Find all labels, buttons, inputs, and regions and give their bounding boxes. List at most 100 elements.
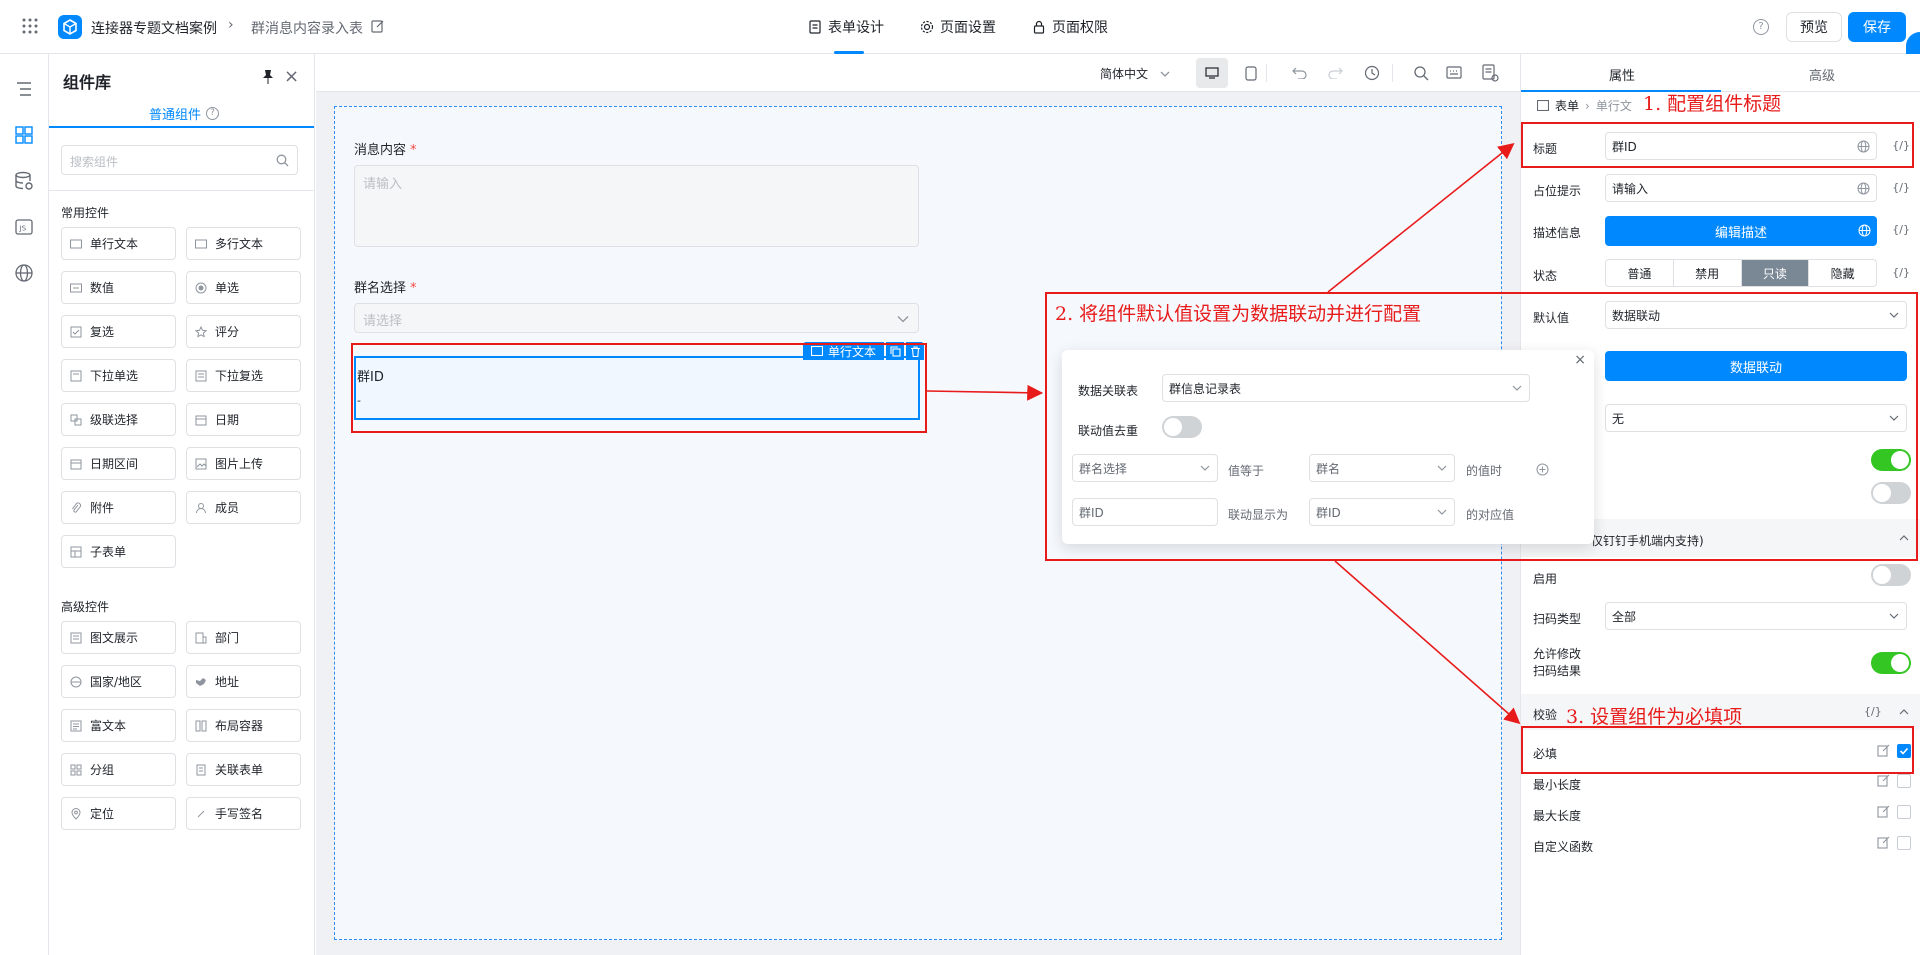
field-group-name-select[interactable]: 请选择 — [354, 303, 919, 333]
component-date-range[interactable]: 日期区间 — [61, 447, 176, 480]
min-length-checkbox[interactable] — [1897, 774, 1911, 788]
display-field-input[interactable]: 群ID — [1072, 498, 1218, 526]
delete-icon[interactable] — [906, 342, 925, 360]
redo-icon[interactable] — [1328, 66, 1343, 79]
component-group[interactable]: 分组 — [61, 753, 176, 786]
form-settings-icon[interactable] — [1482, 64, 1499, 82]
state-disabled[interactable]: 禁用 — [1674, 260, 1742, 286]
component-subform[interactable]: 子表单 — [61, 535, 176, 568]
component-rating[interactable]: 评分 — [186, 315, 301, 348]
fx-icon[interactable]: {/} — [1892, 139, 1910, 152]
component-rich-text[interactable]: 富文本 — [61, 709, 176, 742]
close-icon[interactable]: × — [284, 68, 299, 86]
help-icon[interactable]: ? — [206, 107, 220, 120]
breadcrumb-page[interactable]: 群消息内容录入表 — [251, 18, 363, 38]
tab-form-design[interactable]: 表单设计 — [808, 0, 884, 54]
field-message-input[interactable]: 请输入 — [354, 165, 919, 247]
save-button[interactable]: 保存 — [1848, 12, 1906, 42]
component-location[interactable]: 定位 — [61, 797, 176, 830]
search-icon[interactable] — [1413, 65, 1429, 81]
condition-field-select[interactable]: 群名选择 — [1072, 454, 1218, 482]
edit-icon[interactable] — [371, 19, 385, 33]
help-icon[interactable]: ? — [1753, 19, 1769, 35]
component-date[interactable]: 日期 — [186, 403, 301, 436]
component-member[interactable]: 成员 — [186, 491, 301, 524]
component-cascade[interactable]: 级联选择 — [61, 403, 176, 436]
title-input[interactable]: 群ID — [1605, 132, 1877, 160]
language-select[interactable]: 简体中文 — [1100, 65, 1170, 82]
js-code-icon[interactable]: JS — [13, 216, 35, 238]
component-signature[interactable]: 手写签名 — [186, 797, 301, 830]
tab-properties[interactable]: 属性 — [1609, 65, 1635, 84]
apps-grid-icon[interactable] — [22, 18, 38, 34]
fx-icon[interactable]: {/} — [1892, 266, 1910, 279]
globe-icon[interactable] — [1858, 224, 1871, 237]
component-address[interactable]: 地址 — [186, 665, 301, 698]
allow-edit-toggle[interactable] — [1871, 652, 1911, 674]
required-checkbox[interactable] — [1897, 744, 1911, 758]
component-image-upload[interactable]: 图片上传 — [186, 447, 301, 480]
fx-icon[interactable]: {/} — [1892, 223, 1910, 236]
globe-icon[interactable] — [1857, 182, 1870, 195]
close-icon[interactable]: × — [1574, 352, 1586, 368]
component-rich-display[interactable]: 图文展示 — [61, 621, 176, 654]
component-attachment[interactable]: 附件 — [61, 491, 176, 524]
tab-page-permissions[interactable]: 页面权限 — [1032, 0, 1108, 54]
toggle-option-1[interactable] — [1871, 449, 1911, 471]
component-checkbox[interactable]: 复选 — [61, 315, 176, 348]
tab-advanced[interactable]: 高级 — [1809, 65, 1835, 84]
datasource-icon[interactable] — [13, 170, 35, 192]
component-country[interactable]: 国家/地区 — [61, 665, 176, 698]
component-dropdown-single[interactable]: 下拉单选 — [61, 359, 176, 392]
component-number[interactable]: 数值 — [61, 271, 176, 304]
component-radio[interactable]: 单选 — [186, 271, 301, 304]
condition-target-select[interactable]: 群名 — [1309, 454, 1455, 482]
component-department[interactable]: 部门 — [186, 621, 301, 654]
edit-icon[interactable] — [1877, 744, 1890, 757]
enable-toggle[interactable] — [1871, 564, 1911, 586]
component-single-line-text[interactable]: 单行文本 — [61, 227, 176, 260]
state-normal[interactable]: 普通 — [1606, 260, 1674, 286]
dedupe-toggle[interactable] — [1162, 416, 1202, 438]
default-value-select[interactable]: 数据联动 — [1605, 301, 1907, 329]
pin-icon[interactable] — [261, 69, 275, 85]
history-icon[interactable] — [1364, 65, 1380, 81]
component-dropdown-multi[interactable]: 下拉复选 — [186, 359, 301, 392]
data-linkage-button[interactable]: 数据联动 — [1605, 351, 1907, 381]
tab-normal-components[interactable]: 普通组件 ? — [149, 104, 220, 123]
none-select[interactable]: 无 — [1605, 404, 1907, 432]
display-target-select[interactable]: 群ID — [1309, 498, 1455, 526]
custom-function-checkbox[interactable] — [1897, 836, 1911, 850]
edit-icon[interactable] — [1877, 774, 1890, 787]
outline-tree-icon[interactable] — [13, 78, 35, 100]
edit-icon[interactable] — [1877, 836, 1890, 849]
placeholder-input[interactable]: 请输入 — [1605, 174, 1877, 202]
globe-icon[interactable] — [1857, 140, 1870, 153]
component-linked-form[interactable]: 关联表单 — [186, 753, 301, 786]
desktop-view-button[interactable] — [1196, 58, 1228, 88]
state-hidden[interactable]: 隐藏 — [1808, 260, 1876, 286]
copy-icon[interactable] — [886, 342, 905, 360]
toggle-option-2[interactable] — [1871, 482, 1911, 504]
component-multi-line-text[interactable]: 多行文本 — [186, 227, 301, 260]
edit-description-button[interactable]: 编辑描述 — [1605, 216, 1877, 246]
fx-icon[interactable]: {/} — [1892, 181, 1910, 194]
mobile-icon[interactable] — [1245, 66, 1257, 81]
scan-type-select[interactable]: 全部 — [1605, 602, 1907, 630]
components-icon[interactable] — [13, 124, 35, 146]
component-layout-container[interactable]: 布局容器 — [186, 709, 301, 742]
max-length-checkbox[interactable] — [1897, 805, 1911, 819]
breadcrumb-app[interactable]: 连接器专题文档案例 — [91, 18, 217, 38]
fx-icon[interactable]: {/} — [1864, 705, 1882, 718]
field-group-id-selected[interactable]: 群ID - — [354, 356, 920, 420]
edit-icon[interactable] — [1877, 805, 1890, 818]
component-search-input[interactable]: 搜索组件 — [61, 145, 298, 175]
tab-page-settings[interactable]: 页面设置 — [920, 0, 996, 54]
add-condition-icon[interactable] — [1536, 463, 1549, 476]
source-table-select[interactable]: 群信息记录表 — [1162, 374, 1530, 402]
crumb-form[interactable]: 表单 — [1555, 97, 1579, 114]
undo-icon[interactable] — [1292, 66, 1307, 79]
keyboard-icon[interactable] — [1446, 66, 1462, 79]
state-readonly[interactable]: 只读 — [1741, 260, 1809, 286]
preview-button[interactable]: 预览 — [1786, 12, 1842, 42]
